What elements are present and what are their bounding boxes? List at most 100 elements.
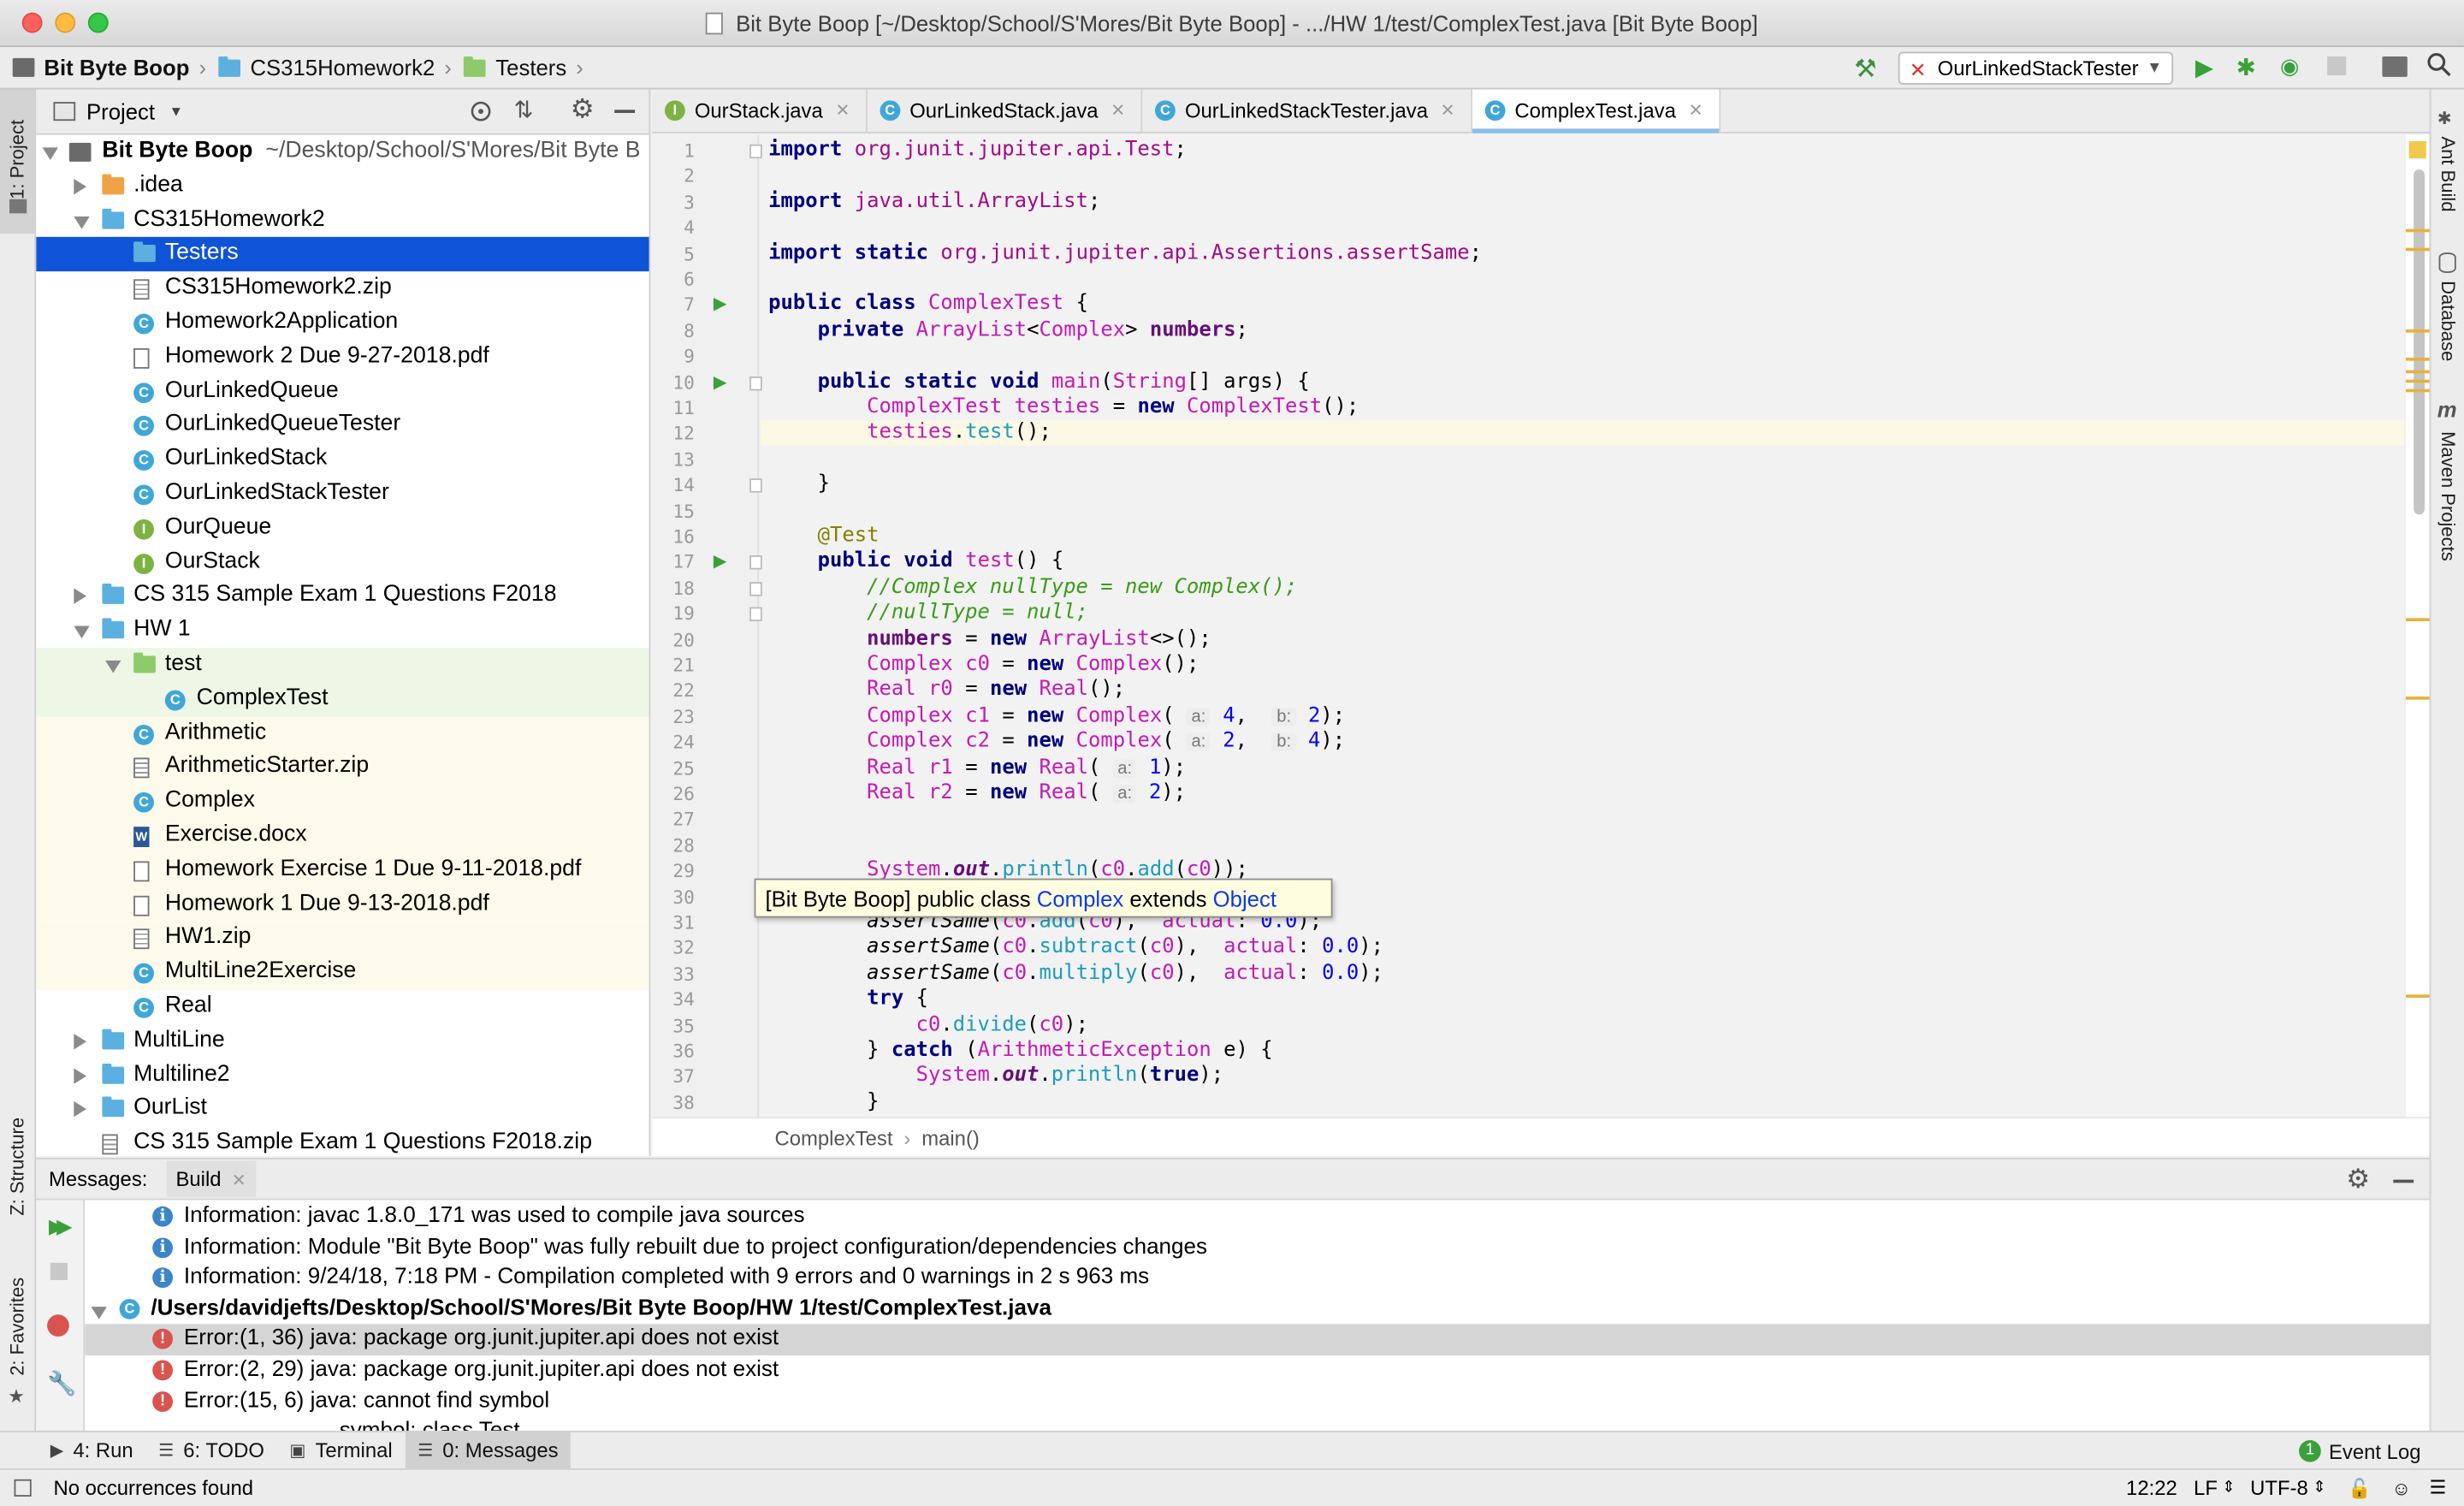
line-number[interactable]: 30 [648,886,694,908]
chevron-down-icon[interactable]: ▼ [169,104,183,119]
tree-item[interactable]: Homework Exercise 1 Due 9-11-2018.pdf [36,852,649,887]
code-line[interactable]: public class ComplexTest { [768,293,1088,318]
tree-item[interactable]: I OurStack [36,545,649,579]
close-tab-icon[interactable]: ✕ [1689,100,1703,121]
maven-projects-tool-tab[interactable]: Maven Projects [2437,431,2460,561]
tool-window-button[interactable]: ▣ Terminal [277,1432,406,1469]
tool-window-button[interactable]: ▶ 4: Run [38,1432,145,1469]
message-file-node[interactable]: C/Users/davidjefts/Desktop/School/S'More… [85,1294,2429,1325]
database-tool-tab[interactable]: Database [2437,281,2460,361]
gear-icon[interactable]: ⚙ [2346,1164,2370,1195]
code-line[interactable]: Real r0 = new Real(); [768,679,1125,704]
tree-item[interactable]: C Arithmetic [36,716,649,751]
chevron-right-icon[interactable] [74,1033,87,1050]
line-number[interactable]: 37 [648,1066,694,1088]
build-tab[interactable]: Build ✕ [166,1160,256,1197]
line-number[interactable]: 15 [648,500,694,522]
message-row[interactable]: i Information: 9/24/18, 7:18 PM - Compila… [85,1263,2429,1294]
tree-item[interactable]: OurList [36,1093,649,1127]
debug-icon[interactable]: ✱ [2236,53,2256,81]
line-number[interactable]: 38 [648,1092,694,1114]
scroll-from-source-icon[interactable] [470,100,492,122]
hide-panel-icon[interactable] [614,110,636,113]
chevron-down-icon[interactable] [105,660,121,673]
tree-item[interactable]: CS 315 Sample Exam 1 Questions F2018 [36,579,649,614]
close-tab-icon[interactable]: ✕ [835,100,850,121]
run-gutter-icon[interactable]: ▶ [714,551,727,572]
tree-item[interactable]: C Real [36,990,649,1024]
line-number[interactable]: 31 [648,911,694,934]
chevron-right-icon[interactable] [74,1101,87,1118]
code-line[interactable]: } [768,1090,879,1116]
collapse-all-icon[interactable]: ⇅ [514,96,534,124]
run-configuration-select[interactable]: ✕ OurLinkedStackTester ▼ [1898,51,2174,85]
line-number[interactable]: 14 [648,474,694,496]
code-line[interactable]: @Test [768,524,880,549]
tree-item[interactable]: Testers [36,237,649,272]
tool-window-button[interactable]: ☰ 6: TODO [145,1432,276,1469]
run-icon[interactable]: ▶ [2195,53,2213,81]
chevron-down-icon[interactable] [74,216,90,228]
message-row[interactable]: ! Error:(15, 6) java: cannot find symbol [85,1386,2429,1417]
stop-icon[interactable] [50,1262,68,1280]
code-line[interactable]: } catch (ArithmeticException e) { [768,1039,1272,1064]
message-row[interactable]: ! Error:(1, 36) java: package org.junit.j… [85,1325,2430,1355]
hector-icon[interactable]: ☺ [2391,1478,2411,1500]
code-line[interactable]: System.out.println(true); [768,1064,1223,1090]
code-line[interactable]: //nullType = null; [768,601,1088,626]
chevron-down-icon[interactable] [42,147,58,160]
code-line[interactable]: Real r1 = new Real( a: 1); [768,756,1186,781]
run-gutter-icon[interactable]: ▶ [714,371,727,392]
line-number[interactable]: 1 [648,139,695,162]
editor-tab[interactable]: C ComplexTest.java ✕ [1472,88,1721,133]
code-line[interactable]: Complex c0 = new Complex(); [768,653,1199,679]
run-gutter-icon[interactable]: ▶ [714,294,727,314]
scrollbar-thumb[interactable] [2414,169,2426,515]
line-number[interactable]: 21 [648,654,694,676]
code-line[interactable]: public static void main(String[] args) { [768,370,1310,395]
tree-item[interactable]: Multiline2 [36,1058,649,1093]
code-line[interactable]: import java.util.ArrayList; [768,189,1100,215]
code-line[interactable]: assertSame(c0.subtract(c0), actual: 0.0)… [768,935,1383,961]
tree-item[interactable]: test [36,648,649,683]
line-number[interactable]: 16 [648,525,694,548]
tree-item[interactable]: C OurLinkedQueue [36,374,649,408]
line-number[interactable]: 29 [648,860,694,882]
line-number[interactable]: 2 [648,165,695,187]
line-number[interactable]: 32 [648,937,694,959]
line-number[interactable]: 28 [648,834,694,857]
code-line[interactable]: Complex c2 = new Complex( a: 2, b: 4); [768,730,1345,756]
chevron-down-icon[interactable] [74,626,90,639]
tree-item[interactable]: ArithmeticStarter.zip [36,750,649,785]
project-view-select[interactable]: Project [86,98,155,123]
message-row[interactable]: i Information: javac 1.8.0_171 was used t… [85,1201,2429,1232]
tree-item[interactable]: C Homework2Application [36,305,649,340]
line-number[interactable]: 8 [648,320,695,342]
tooltip-superclass-link[interactable]: Object [1213,886,1276,910]
line-number[interactable]: 11 [648,397,694,419]
event-log-button[interactable]: 1 Event Log [2286,1432,2433,1470]
tree-item[interactable]: C ComplexTest [36,682,649,717]
line-number[interactable]: 3 [648,191,695,213]
tree-item[interactable]: MultiLine [36,1024,649,1058]
chevron-right-icon[interactable] [74,1067,87,1084]
line-number[interactable]: 12 [648,423,694,445]
stop-icon[interactable] [2327,56,2347,75]
breadcrumb-folder[interactable]: Testers › [452,46,583,88]
tree-item[interactable]: Homework 2 Due 9-27-2018.pdf [36,340,649,374]
message-row[interactable]: ! Error:(2, 29) java: package org.junit.j… [85,1355,2429,1386]
tool-window-button[interactable]: ☰ 0: Messages [405,1431,572,1469]
line-number[interactable]: 27 [648,809,694,831]
line-number[interactable]: 33 [648,963,694,985]
editor-scrollbar[interactable] [2404,134,2430,1118]
line-number[interactable]: 18 [648,577,694,599]
breadcrumb-method[interactable]: main() [921,1125,980,1148]
search-icon[interactable] [2426,51,2451,77]
encoding-select[interactable]: UTF-8 ⇕ [2250,1476,2326,1499]
build-hammer-icon[interactable]: ⚒ [1854,53,1876,85]
tree-item[interactable]: C OurLinkedStack [36,442,649,477]
error-filter-icon[interactable] [47,1314,69,1337]
editor-tab[interactable]: C OurLinkedStackTester.java ✕ [1142,88,1472,133]
favorites-tool-tab[interactable]: 2: Favorites [6,1278,28,1376]
notifications-icon[interactable]: ☰ [2430,1476,2447,1498]
